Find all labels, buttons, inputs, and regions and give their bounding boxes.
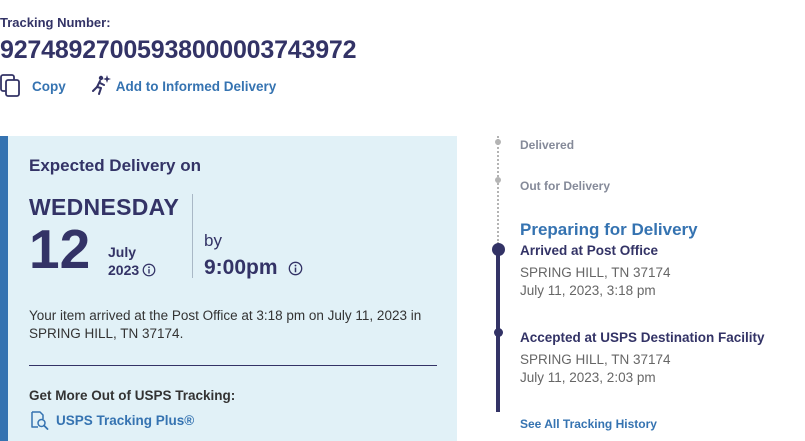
vertical-divider: [192, 194, 193, 278]
timeline-step-dot: [495, 139, 501, 145]
copy-icon: [0, 74, 20, 97]
event-title: Arrived at Post Office: [520, 243, 659, 258]
timeline-step-delivered: Delivered: [520, 138, 575, 152]
informed-delivery-icon: [91, 75, 111, 95]
tracking-number-label: Tracking Number:: [0, 15, 111, 30]
copy-label: Copy: [32, 78, 66, 94]
usps-tracking-plus-link[interactable]: USPS Tracking Plus ®: [29, 410, 194, 430]
informed-delivery-label: Add to Informed Delivery: [115, 78, 277, 94]
registered-mark: ®: [184, 412, 195, 428]
by-label: by: [204, 231, 222, 250]
delivery-day: 12: [29, 218, 91, 280]
delivery-weekday: WEDNESDAY: [29, 194, 180, 220]
horizontal-divider: [29, 365, 437, 366]
info-icon[interactable]: [142, 263, 156, 277]
expected-delivery-panel: Expected Delivery on WEDNESDAY 12 July 2…: [0, 136, 457, 441]
delivery-year-group: 2023: [108, 262, 156, 278]
delivery-year: 2023: [108, 262, 140, 278]
tracking-number: 92748927005938000003743972: [0, 36, 357, 64]
info-icon[interactable]: [288, 261, 303, 276]
add-to-informed-delivery-button[interactable]: Add to Informed Delivery: [88, 74, 277, 98]
delivery-time-group: 9:00pm: [204, 256, 303, 280]
delivery-month: July: [108, 244, 137, 260]
usps-tracking-plus-label: USPS Tracking Plus: [56, 412, 185, 428]
timeline-event-dot: [494, 328, 503, 337]
see-all-tracking-history-link[interactable]: See All Tracking History: [520, 417, 657, 431]
event-location: SPRING HILL, TN 37174: [520, 265, 671, 280]
timeline-future-line: [497, 136, 499, 244]
event-location: SPRING HILL, TN 37174: [520, 352, 671, 367]
copy-button[interactable]: Copy: [0, 74, 66, 98]
tracking-actions: Copy Add to Informed Delivery: [0, 74, 276, 98]
event-title: Accepted at USPS Destination Facility: [520, 330, 765, 345]
event-datetime: July 11, 2023, 3:18 pm: [520, 283, 656, 298]
expected-delivery-label: Expected Delivery on: [29, 156, 201, 175]
timeline-current-dot: [492, 243, 505, 256]
more-tracking-label: Get More Out of USPS Tracking:: [29, 388, 236, 403]
current-status: Preparing for Delivery: [520, 220, 698, 239]
delivery-time: 9:00pm: [204, 256, 278, 279]
timeline-step-out-for-delivery: Out for Delivery: [520, 179, 611, 193]
arrival-message: Your item arrived at the Post Office at …: [29, 308, 422, 341]
event-datetime: July 11, 2023, 2:03 pm: [520, 370, 656, 385]
tracking-search-icon: [31, 411, 49, 430]
timeline-step-dot: [495, 177, 501, 183]
